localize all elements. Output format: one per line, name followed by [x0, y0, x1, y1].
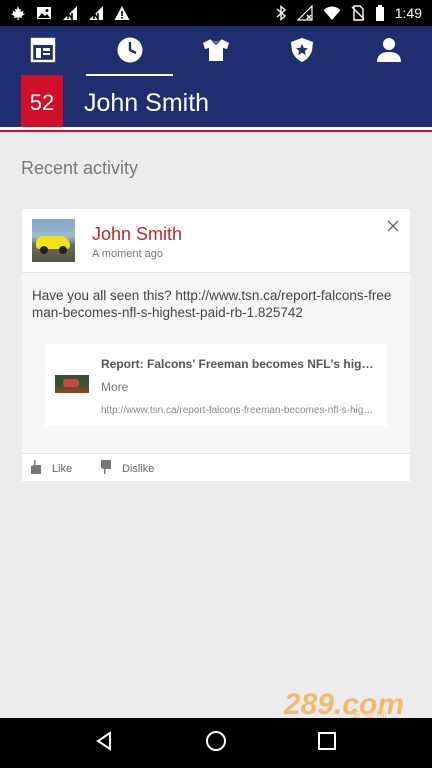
card-header: John Smith A moment ago [22, 209, 410, 273]
thumbs-up-icon [30, 459, 42, 478]
wifi-icon [323, 5, 341, 21]
tab-badge[interactable] [259, 26, 345, 78]
player-name: John Smith [84, 89, 210, 117]
like-label: Like [52, 462, 73, 475]
dislike-button[interactable]: Dislike [100, 459, 154, 478]
status-left-icons [10, 5, 130, 21]
link-preview[interactable]: Report: Falcons' Freeman becomes NFL's h… [45, 344, 387, 426]
link-thumbnail [55, 375, 89, 393]
clock-icon [116, 36, 144, 69]
recents-square-icon [317, 731, 337, 756]
thumbs-down-icon [100, 459, 112, 478]
post-text: Have you all seen this? http://www.tsn.c… [32, 288, 392, 320]
battery-icon [375, 5, 385, 21]
section-title: Recent activity [21, 158, 139, 178]
like-button[interactable]: Like [30, 459, 72, 478]
scoreboard-icon [30, 37, 56, 68]
network-n-icon [88, 5, 104, 21]
tab-profile[interactable] [346, 26, 432, 78]
system-nav-bar [0, 718, 432, 768]
warning-icon [114, 5, 130, 21]
home-circle-icon [205, 730, 227, 757]
tab-bar [0, 26, 432, 78]
avatar-wheel [40, 246, 48, 254]
tab-jersey[interactable] [173, 26, 259, 78]
recents-button[interactable] [307, 723, 347, 763]
jersey-icon [202, 38, 230, 67]
header-divider-red [0, 130, 432, 132]
post-author[interactable]: John Smith [92, 224, 182, 245]
signal-x-icon [296, 5, 313, 21]
network-n-icon [62, 5, 78, 21]
back-triangle-icon [95, 730, 115, 756]
close-icon[interactable] [386, 219, 400, 233]
tab-scoreboard[interactable] [0, 26, 86, 78]
person-icon [376, 37, 402, 68]
status-right-icons: 1:49 [275, 5, 422, 21]
activity-card: John Smith A moment ago Have you all see… [22, 209, 410, 481]
tab-activity[interactable] [86, 26, 174, 78]
image-icon [36, 5, 52, 21]
link-preview-more[interactable]: More [101, 380, 128, 394]
card-actions: Like Dislike [22, 453, 410, 481]
post-timestamp: A moment ago [92, 248, 163, 260]
status-bar: 1:49 [0, 0, 432, 26]
bluetooth-icon [275, 5, 287, 21]
link-preview-url: http://www.tsn.ca/report-falcons-freeman… [101, 405, 377, 416]
dislike-label: Dislike [122, 462, 155, 475]
maple-leaf-icon [10, 5, 26, 21]
status-time: 1:49 [394, 5, 422, 21]
avatar[interactable] [32, 219, 75, 262]
jersey-number-badge: 52 [21, 75, 63, 131]
badge-icon [290, 37, 314, 68]
post-body: Have you all seen this? http://www.tsn.c… [22, 273, 410, 453]
link-preview-title: Report: Falcons' Freeman becomes NFL's h… [101, 357, 377, 371]
back-button[interactable] [85, 723, 125, 763]
team-header: 52 John Smith [0, 26, 432, 132]
home-button[interactable] [196, 723, 236, 763]
avatar-wheel [59, 246, 67, 254]
no-sim-icon [351, 5, 365, 21]
watermark-logo: 289.com 手游网 [268, 688, 408, 723]
